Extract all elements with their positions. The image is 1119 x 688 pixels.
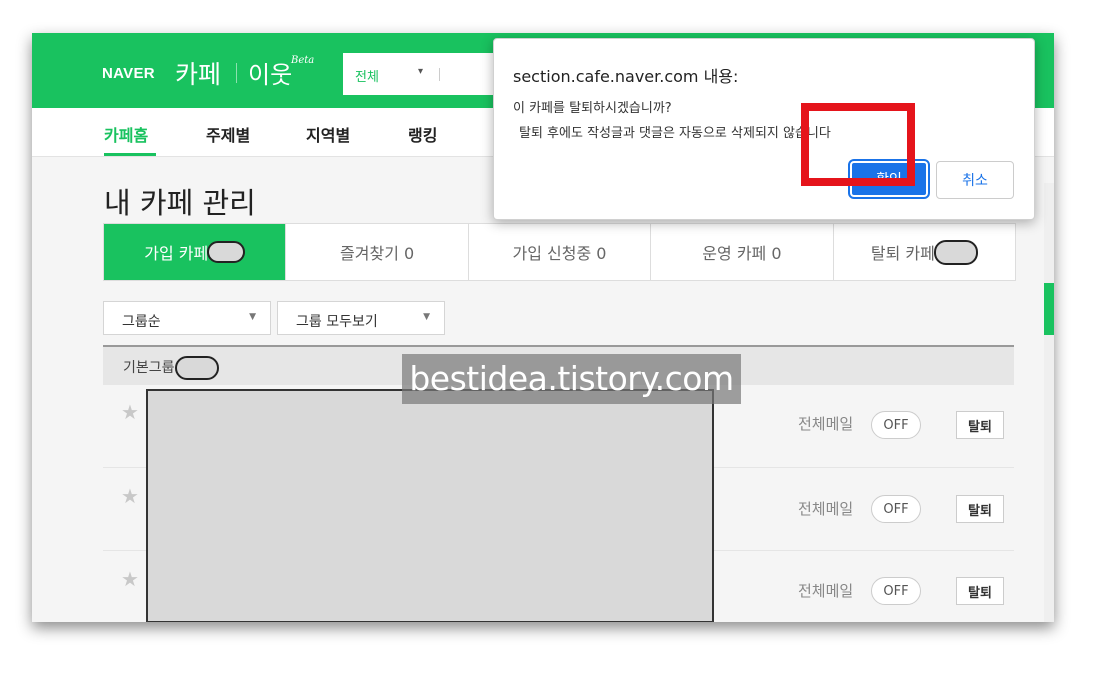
- beta-badge: Beta: [291, 55, 315, 66]
- redaction-oval: [933, 239, 978, 265]
- redaction-oval: [174, 356, 219, 380]
- group-view-select[interactable]: 그룹 모두보기 ▼: [277, 301, 445, 335]
- dialog-note: 탈퇴 후에도 작성글과 댓글은 자동으로 삭제되지 않습니다: [519, 126, 831, 141]
- dialog-title: section.cafe.naver.com 내용:: [513, 67, 739, 86]
- tab-label: 가입 카페: [144, 244, 209, 263]
- caret-down-icon[interactable]: ▾: [418, 66, 423, 77]
- redaction-oval: [207, 241, 246, 263]
- mail-label: 전체메일: [798, 500, 854, 518]
- tab-label: 운영 카페 0: [702, 244, 782, 263]
- nav-cafe-home[interactable]: 카페홈: [104, 122, 148, 146]
- search-divider: [439, 68, 440, 81]
- neighbor-logo[interactable]: 이웃: [248, 55, 292, 90]
- group-view-label: 그룹 모두보기: [296, 314, 378, 330]
- caret-down-icon: ▼: [423, 312, 430, 322]
- star-icon[interactable]: ★: [121, 484, 139, 508]
- annotation-highlight-box: [801, 103, 915, 186]
- group-label: 기본그룹: [123, 356, 219, 380]
- star-icon[interactable]: ★: [121, 567, 139, 591]
- cafe-tabs: 가입 카페 즐겨찾기 0 가입 신청중 0 운영 카페 0 탈퇴 카페: [103, 223, 1016, 281]
- sort-select[interactable]: 그룹순 ▼: [103, 301, 271, 335]
- nav-ranking[interactable]: 랭킹: [408, 122, 437, 146]
- tab-pending[interactable]: 가입 신청중 0: [469, 224, 652, 280]
- tab-favorites[interactable]: 즐겨찾기 0: [286, 224, 469, 280]
- mail-label: 전체메일: [798, 582, 854, 600]
- nav-by-topic[interactable]: 주제별: [206, 122, 250, 146]
- leave-button[interactable]: 탈퇴: [956, 577, 1004, 605]
- watermark: bestidea.tistory.com: [402, 354, 741, 404]
- caret-down-icon: ▼: [249, 312, 256, 322]
- mail-toggle[interactable]: OFF: [871, 577, 921, 605]
- mail-toggle[interactable]: OFF: [871, 495, 921, 523]
- tab-joined-cafes[interactable]: 가입 카페: [104, 224, 287, 280]
- scrollbar-thumb[interactable]: [1044, 283, 1054, 335]
- sort-label: 그룹순: [122, 314, 161, 330]
- redaction-box: [146, 389, 714, 622]
- cancel-button[interactable]: 취소: [936, 161, 1014, 199]
- leave-button[interactable]: 탈퇴: [956, 495, 1004, 523]
- nav-active-indicator: [104, 153, 156, 156]
- tab-label: 가입 신청중 0: [512, 244, 607, 263]
- mail-toggle[interactable]: OFF: [871, 411, 921, 439]
- naver-logo[interactable]: NAVER: [102, 65, 155, 82]
- dialog-message: 이 카페를 탈퇴하시겠습니까?: [513, 101, 672, 116]
- nav-by-region[interactable]: 지역별: [306, 122, 350, 146]
- logo-divider: [236, 63, 237, 83]
- tab-managed[interactable]: 운영 카페 0: [651, 224, 834, 280]
- star-icon[interactable]: ★: [121, 400, 139, 424]
- search-scope-select[interactable]: 전체: [355, 66, 379, 85]
- leave-button[interactable]: 탈퇴: [956, 411, 1004, 439]
- scrollbar-track[interactable]: [1044, 183, 1054, 622]
- tab-withdrawn[interactable]: 탈퇴 카페: [834, 224, 1015, 280]
- tab-label: 즐겨찾기 0: [340, 244, 415, 263]
- mail-label: 전체메일: [798, 415, 854, 433]
- confirm-dialog: section.cafe.naver.com 내용: 이 카페를 탈퇴하시겠습니…: [493, 38, 1035, 220]
- page-title: 내 카페 관리: [104, 186, 256, 220]
- cafe-logo[interactable]: 카페: [175, 55, 221, 91]
- tab-label: 탈퇴 카페: [870, 244, 935, 263]
